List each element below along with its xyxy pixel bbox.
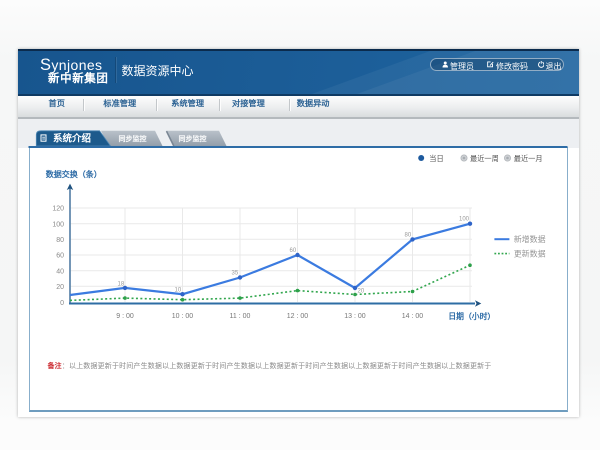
svg-text:更新数据: 更新数据 bbox=[514, 248, 546, 258]
svg-text:数据交换（条）: 数据交换（条） bbox=[46, 169, 102, 179]
svg-text:13 : 00: 13 : 00 bbox=[344, 313, 366, 320]
svg-text:同步监控: 同步监控 bbox=[179, 134, 207, 143]
svg-text:35: 35 bbox=[232, 271, 239, 277]
svg-text:10 : 00: 10 : 00 bbox=[172, 313, 194, 320]
svg-text:20: 20 bbox=[358, 289, 365, 295]
svg-text:100: 100 bbox=[52, 221, 64, 228]
svg-text:60: 60 bbox=[56, 253, 64, 260]
svg-text:11 : 00: 11 : 00 bbox=[230, 313, 251, 320]
svg-text:14 : 00: 14 : 00 bbox=[402, 313, 424, 320]
svg-text:当日: 当日 bbox=[429, 154, 443, 163]
svg-text:12 : 00: 12 : 00 bbox=[287, 313, 309, 320]
svg-text:系统介绍: 系统介绍 bbox=[53, 133, 91, 145]
svg-text:0: 0 bbox=[60, 300, 64, 307]
svg-text:最近一月: 最近一月 bbox=[514, 154, 543, 163]
svg-text:80: 80 bbox=[405, 233, 412, 239]
svg-text:日期（小时）: 日期（小时） bbox=[448, 311, 495, 321]
svg-text:20: 20 bbox=[56, 284, 64, 291]
svg-text:同步监控: 同步监控 bbox=[119, 134, 147, 143]
svg-text:60: 60 bbox=[290, 248, 297, 254]
svg-text:120: 120 bbox=[52, 206, 64, 213]
svg-text:10: 10 bbox=[175, 288, 182, 294]
svg-text:新增数据: 新增数据 bbox=[514, 234, 546, 244]
svg-text:40: 40 bbox=[56, 268, 64, 275]
svg-text:9 : 00: 9 : 00 bbox=[116, 313, 134, 320]
svg-text:18: 18 bbox=[118, 282, 125, 288]
svg-text:最近一周: 最近一周 bbox=[470, 154, 499, 163]
svg-text:100: 100 bbox=[459, 217, 470, 223]
svg-text:80: 80 bbox=[56, 237, 64, 244]
